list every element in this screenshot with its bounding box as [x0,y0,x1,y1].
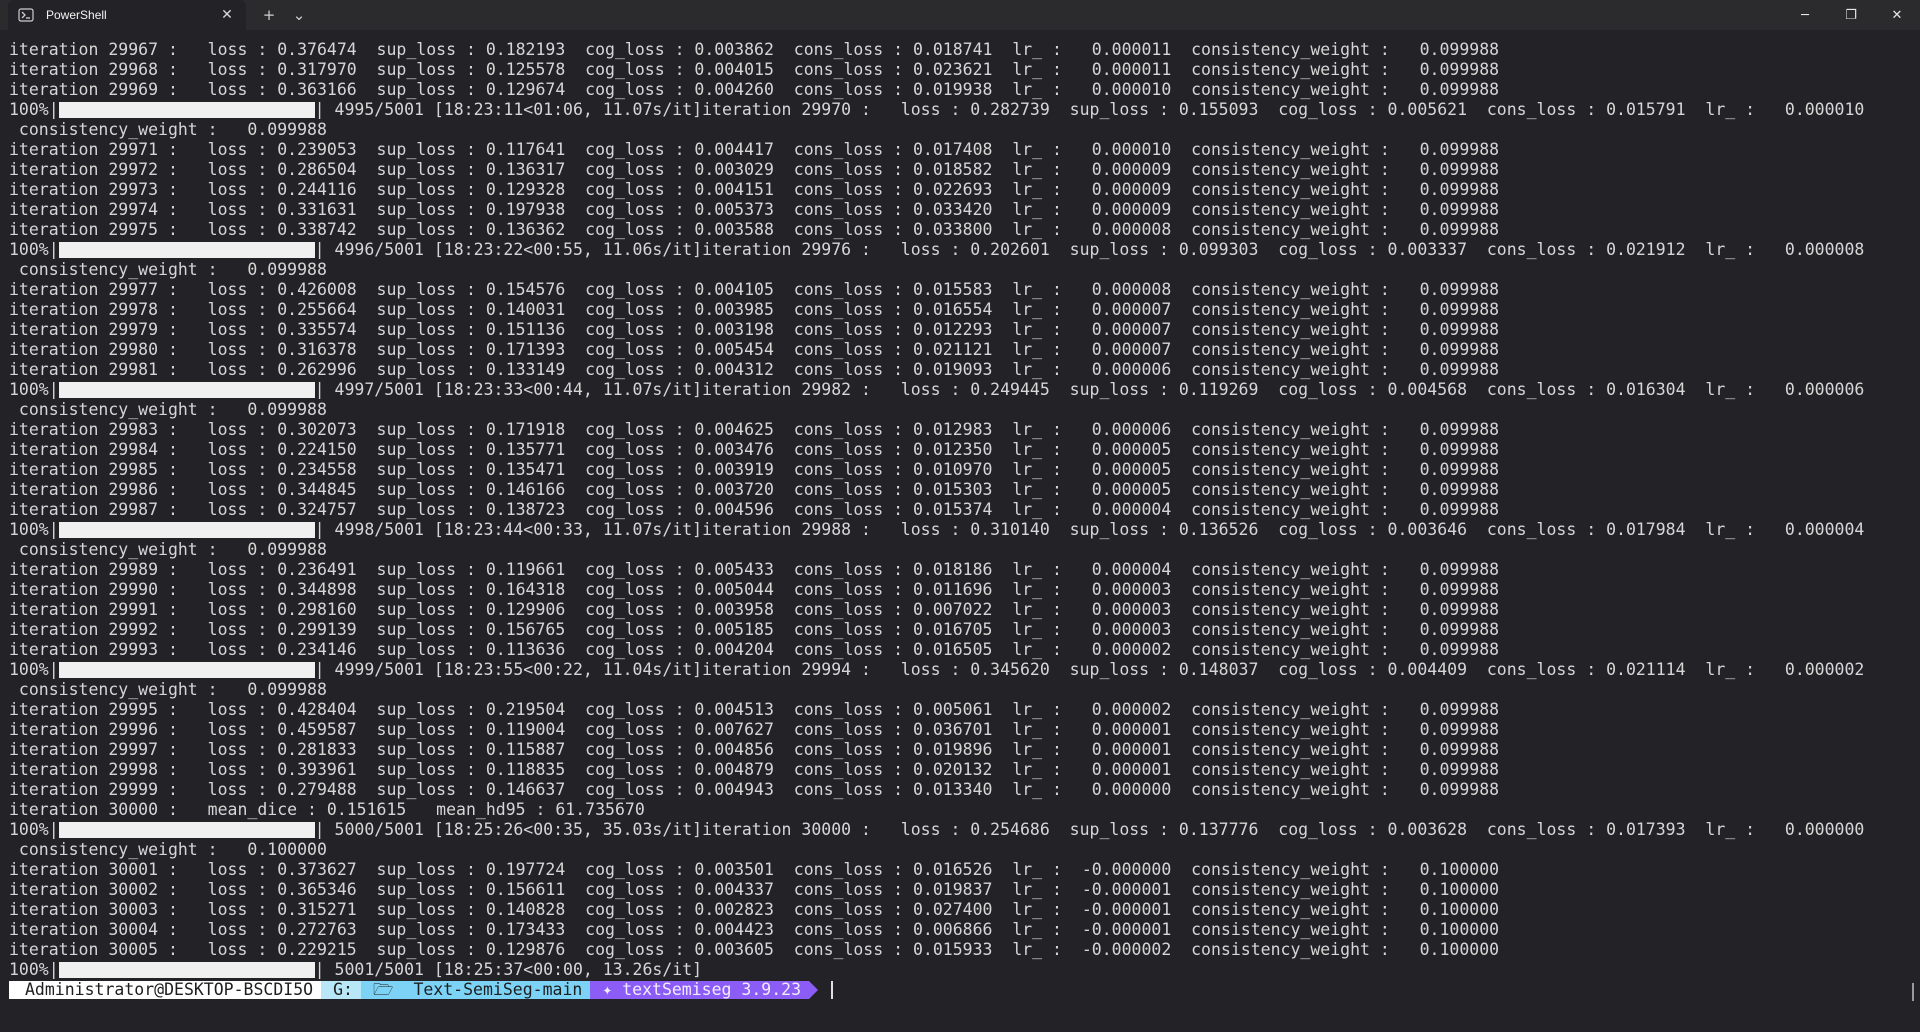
log-line: consistency_weight : 0.099988 [9,680,327,699]
progress-percent: 100%| [9,100,59,119]
progress-line: 100%| | 4997/5001 [18:23:33<00:44, 11.07s… [9,380,1864,400]
log-line: iteration 29969 : loss : 0.363166 sup_lo… [9,80,1500,99]
progress-status: | 4998/5001 [18:23:44<00:33, 11.07s/it]i… [314,520,1865,539]
progress-bar [58,822,315,838]
log-line: iteration 29996 : loss : 0.459587 sup_lo… [9,720,1500,739]
progress-percent: 100%| [9,520,59,539]
title-bar: PowerShell ✕ + ⌄ ─ ❐ ✕ [0,0,1920,30]
log-line: iteration 30002 : loss : 0.365346 sup_lo… [9,880,1500,899]
progress-line: 100%| | 5001/5001 [18:25:37<00:00, 13.26s… [9,960,1864,980]
python-icon: ✦ [602,980,623,999]
progress-percent: 100%| [9,240,59,259]
progress-line: 100%| | 4999/5001 [18:23:55<00:22, 11.04s… [9,660,1864,680]
progress-line: 100%| | 4996/5001 [18:23:22<00:55, 11.06s… [9,240,1864,260]
progress-bar [58,242,315,258]
text-cursor [831,981,834,999]
log-line: iteration 30001 : loss : 0.373627 sup_lo… [9,860,1500,879]
log-line: consistency_weight : 0.099988 [9,260,327,279]
prompt-drive: G: [321,981,370,999]
prompt-env-label: textSemiseg 3.9.23 [622,980,802,999]
log-line: iteration 29973 : loss : 0.244116 sup_lo… [9,180,1500,199]
tab-powershell[interactable]: PowerShell ✕ [8,0,246,30]
shell-prompt[interactable]: Administrator@DESKTOP-BSCDI5O G: 🗁 Text-Sem… [9,980,1864,1000]
tab-dropdown-button[interactable]: ⌄ [284,0,314,30]
restore-button[interactable]: ❐ [1828,0,1874,30]
progress-line: 100%| | 5000/5001 [18:25:26<00:35, 35.03s… [9,820,1864,840]
log-line: iteration 30000 : mean_dice : 0.151615 m… [9,800,645,819]
prompt-user: Administrator@DESKTOP-BSCDI5O [9,981,331,999]
folder-icon: 🗁 [360,981,412,999]
log-line: iteration 29987 : loss : 0.324757 sup_lo… [9,500,1500,519]
close-window-button[interactable]: ✕ [1874,0,1920,30]
new-tab-button[interactable]: + [254,0,284,30]
log-line: iteration 29979 : loss : 0.335574 sup_lo… [9,320,1500,339]
tab-title: PowerShell [46,8,107,22]
progress-percent: 100%| [9,960,59,979]
log-line: iteration 29983 : loss : 0.302073 sup_lo… [9,420,1500,439]
log-line: iteration 30003 : loss : 0.315271 sup_lo… [9,900,1500,919]
progress-bar [58,962,315,978]
log-line: iteration 29998 : loss : 0.393961 sup_lo… [9,760,1500,779]
prompt-path: Text-SemiSeg-main [401,981,600,999]
progress-status: | 4996/5001 [18:23:22<00:55, 11.06s/it]i… [314,240,1865,259]
progress-percent: 100%| [9,820,59,839]
progress-status: | 4997/5001 [18:23:33<00:44, 11.07s/it]i… [314,380,1865,399]
log-line: consistency_weight : 0.099988 [9,540,327,559]
close-tab-icon[interactable]: ✕ [218,6,236,24]
log-line: iteration 30004 : loss : 0.272763 sup_lo… [9,920,1500,939]
log-line: iteration 29990 : loss : 0.344898 sup_lo… [9,580,1500,599]
powershell-icon [18,7,34,23]
progress-line: 100%| | 4998/5001 [18:23:44<00:33, 11.07s… [9,520,1864,540]
log-line: iteration 29992 : loss : 0.299139 sup_lo… [9,620,1500,639]
progress-bar [58,522,315,538]
log-line: iteration 29972 : loss : 0.286504 sup_lo… [9,160,1500,179]
log-line: iteration 29985 : loss : 0.234558 sup_lo… [9,460,1500,479]
log-line: consistency_weight : 0.100000 [9,840,327,859]
log-line: iteration 29981 : loss : 0.262996 sup_lo… [9,360,1500,379]
log-line: consistency_weight : 0.099988 [9,120,327,139]
scrollbar-thumb[interactable] [1912,983,1914,1001]
progress-bar [58,102,315,118]
log-line: iteration 29993 : loss : 0.234146 sup_lo… [9,640,1500,659]
log-line: iteration 29974 : loss : 0.331631 sup_lo… [9,200,1500,219]
progress-status: | 4995/5001 [18:23:11<01:06, 11.07s/it]i… [314,100,1865,119]
log-line: iteration 29997 : loss : 0.281833 sup_lo… [9,740,1500,759]
log-line: iteration 29977 : loss : 0.426008 sup_lo… [9,280,1500,299]
log-line: iteration 29978 : loss : 0.255664 sup_lo… [9,300,1500,319]
progress-status: | 4999/5001 [18:23:55<00:22, 11.04s/it]i… [314,660,1865,679]
log-line: iteration 29967 : loss : 0.376474 sup_lo… [9,40,1500,59]
progress-percent: 100%| [9,660,59,679]
log-line: iteration 29971 : loss : 0.239053 sup_lo… [9,140,1500,159]
log-line: iteration 29991 : loss : 0.298160 sup_lo… [9,600,1500,619]
prompt-env: ✦ textSemiseg 3.9.23 [590,980,818,999]
minimize-button[interactable]: ─ [1782,0,1828,30]
log-line: iteration 29984 : loss : 0.224150 sup_lo… [9,440,1500,459]
window-controls: ─ ❐ ✕ [1782,0,1920,30]
progress-line: 100%| | 4995/5001 [18:23:11<01:06, 11.07s… [9,100,1864,120]
log-line: iteration 29968 : loss : 0.317970 sup_lo… [9,60,1500,79]
log-line: iteration 29980 : loss : 0.316378 sup_lo… [9,340,1500,359]
log-line: iteration 29989 : loss : 0.236491 sup_lo… [9,560,1500,579]
progress-percent: 100%| [9,380,59,399]
progress-status: | 5000/5001 [18:25:26<00:35, 35.03s/it]i… [314,820,1865,839]
progress-bar [58,382,315,398]
log-line: iteration 29999 : loss : 0.279488 sup_lo… [9,780,1500,799]
log-line: consistency_weight : 0.099988 [9,400,327,419]
log-line: iteration 29986 : loss : 0.344845 sup_lo… [9,480,1500,499]
terminal-output[interactable]: iteration 29967 : loss : 0.376474 sup_lo… [9,40,1864,1000]
log-line: iteration 29995 : loss : 0.428404 sup_lo… [9,700,1500,719]
log-line: iteration 29975 : loss : 0.338742 sup_lo… [9,220,1500,239]
progress-status: | 5001/5001 [18:25:37<00:00, 13.26s/it] [314,960,703,979]
log-line: iteration 30005 : loss : 0.229215 sup_lo… [9,940,1500,959]
progress-bar [58,662,315,678]
